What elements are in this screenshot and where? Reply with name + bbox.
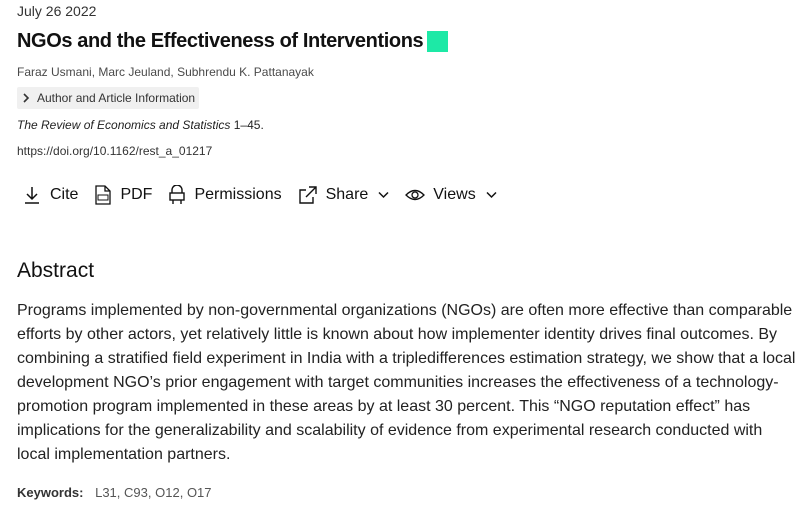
article-title: NGOs and the Effectiveness of Interventi… bbox=[17, 30, 424, 52]
publication-date: July 26 2022 bbox=[17, 3, 97, 19]
author-info-label: Author and Article Information bbox=[37, 91, 196, 105]
share-icon bbox=[298, 186, 317, 204]
share-dropdown[interactable]: Share bbox=[298, 185, 390, 205]
share-label: Share bbox=[325, 186, 369, 203]
cite-label: Cite bbox=[50, 186, 79, 203]
keywords-label: Keywords: bbox=[17, 485, 84, 500]
article-toolbar: Cite PDF Permissions Share Views bbox=[22, 185, 513, 205]
journal-citation: The Review of Economics and Statistics 1… bbox=[17, 118, 264, 132]
permissions-button[interactable]: Permissions bbox=[168, 185, 282, 205]
author-info-toggle[interactable]: Author and Article Information bbox=[17, 87, 200, 109]
author-link-2[interactable]: Marc Jeuland bbox=[98, 65, 170, 79]
pdf-label: PDF bbox=[120, 186, 153, 203]
open-access-badge-icon bbox=[427, 31, 449, 52]
doi-link[interactable]: https://doi.org/10.1162/rest_a_01217 bbox=[17, 144, 212, 158]
author-list: Faraz Usmani, Marc Jeuland, Subhrendu K.… bbox=[17, 65, 314, 79]
permissions-icon bbox=[169, 185, 186, 204]
cite-button[interactable]: Cite bbox=[22, 185, 78, 205]
views-dropdown[interactable]: Views bbox=[405, 186, 497, 204]
keyword-link[interactable]: L31 bbox=[95, 485, 117, 500]
journal-name: The Review of Economics and Statistics bbox=[17, 118, 231, 132]
views-label: Views bbox=[433, 186, 476, 203]
abstract-heading: Abstract bbox=[17, 259, 95, 282]
author-link-3[interactable]: Subhrendu K. Pattanayak bbox=[177, 65, 314, 79]
pdf-icon bbox=[95, 185, 112, 205]
journal-pages: 1–45. bbox=[230, 118, 264, 132]
permissions-label: Permissions bbox=[194, 186, 282, 203]
eye-icon bbox=[405, 189, 426, 201]
author-link-1[interactable]: Faraz Usmani bbox=[17, 65, 92, 79]
keyword-link[interactable]: O12 bbox=[155, 485, 180, 500]
pdf-button[interactable]: PDF bbox=[94, 185, 152, 205]
title-row: NGOs and the Effectiveness of Interventi… bbox=[17, 30, 449, 53]
chevron-down-icon bbox=[378, 191, 389, 199]
keyword-separator: , bbox=[179, 485, 187, 500]
keyword-link[interactable]: O17 bbox=[187, 485, 212, 500]
keyword-link[interactable]: C93 bbox=[124, 485, 148, 500]
download-icon bbox=[25, 187, 39, 204]
abstract-text: Programs implemented by non-governmental… bbox=[17, 302, 796, 463]
chevron-right-icon bbox=[23, 93, 30, 103]
keywords-row: Keywords: L31, C93, O12, O17 bbox=[17, 485, 212, 500]
keyword-separator: , bbox=[116, 485, 125, 500]
chevron-down-icon bbox=[486, 191, 497, 199]
